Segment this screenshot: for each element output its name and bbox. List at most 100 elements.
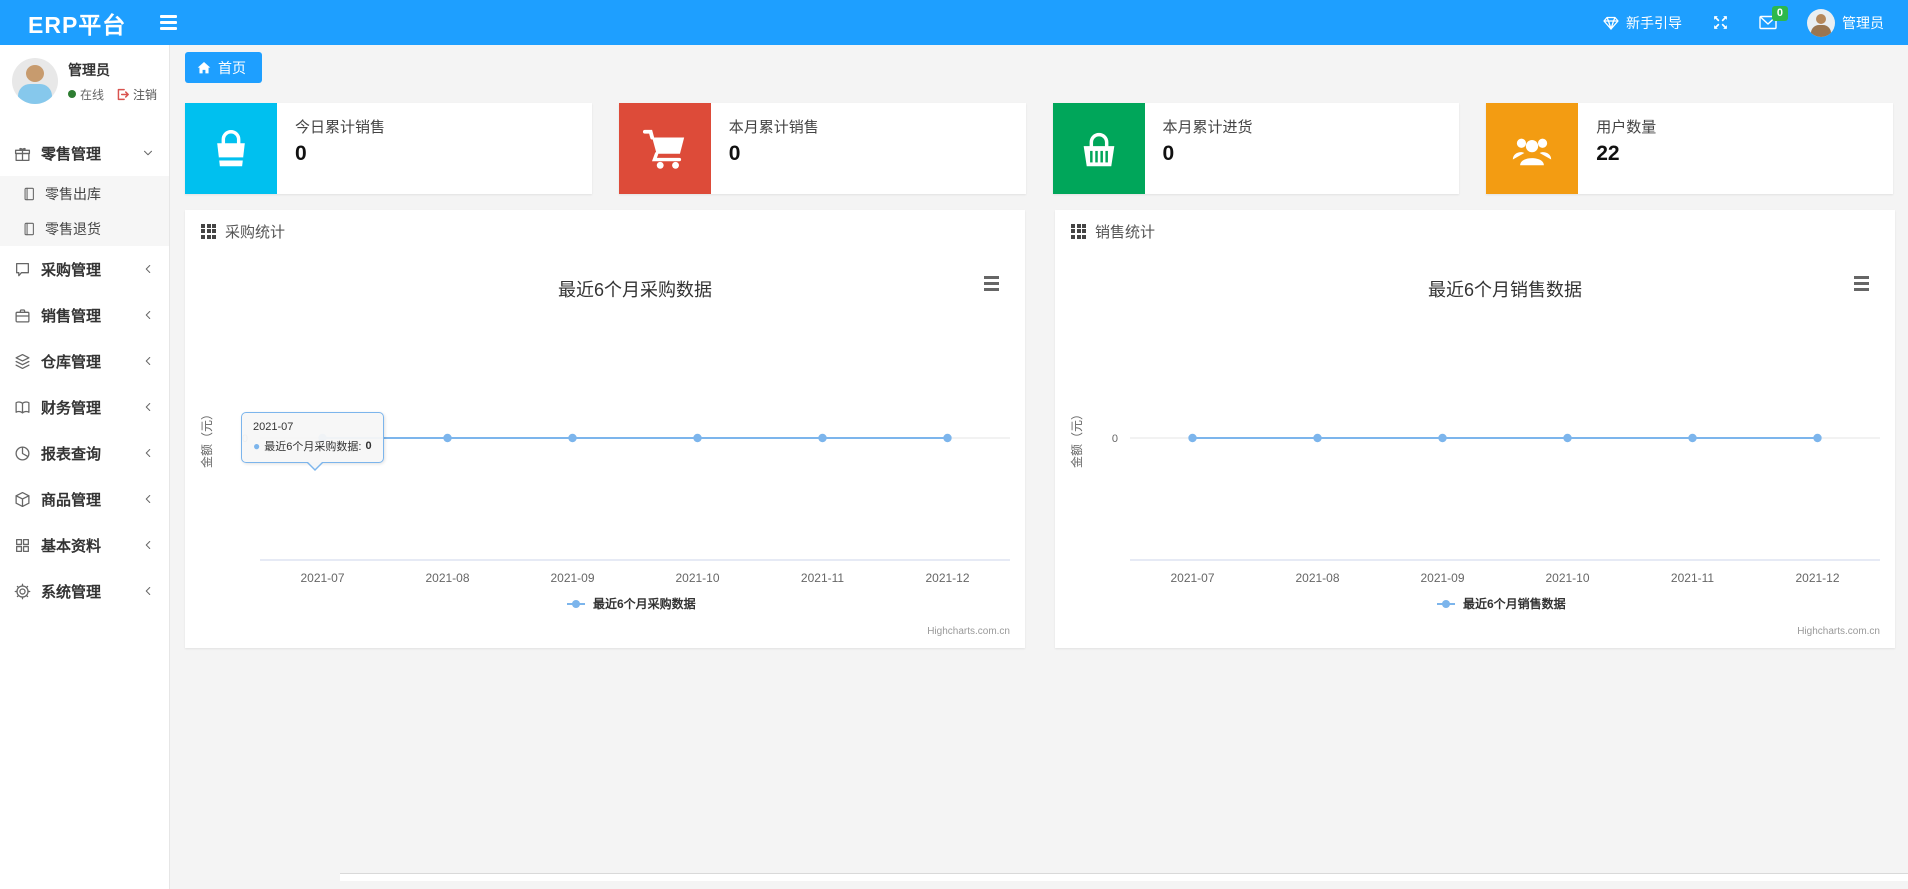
svg-text:最近6个月销售数据: 最近6个月销售数据 [1463, 596, 1566, 611]
svg-text:2021-11: 2021-11 [1671, 571, 1714, 585]
sidebar-item-system[interactable]: 系统管理 [0, 568, 169, 614]
basket-icon [1083, 132, 1114, 166]
sidebar-item-retail-return[interactable]: 零售退货 [0, 211, 169, 246]
user-menu[interactable]: 管理员 [1807, 8, 1884, 37]
svg-text:2021-07: 2021-07 [300, 571, 344, 585]
chevron-left-icon [141, 400, 155, 414]
chevron-left-icon [141, 538, 155, 552]
gear-icon [14, 583, 31, 600]
tooltip-series-dot: ● [253, 439, 261, 453]
chevron-left-icon [141, 446, 155, 460]
messages-count-badge: 0 [1771, 6, 1788, 21]
panel-title: 采购统计 [225, 223, 286, 241]
svg-text:最近6个月采购数据: 最近6个月采购数据 [558, 280, 712, 300]
sidebar-menu: 零售管理 零售出库 零售退货 采购管理 销售管理 仓库管理 财务管理 报表查询 … [0, 130, 169, 614]
svg-text:2021-11: 2021-11 [801, 571, 844, 585]
breadcrumb-home-tab[interactable]: 首页 [185, 52, 262, 83]
journal-icon [22, 187, 36, 201]
layers-icon [14, 353, 31, 370]
cart-icon [642, 129, 684, 169]
shopping-bag-icon [217, 129, 245, 166]
brand-logo: ERP平台 [28, 11, 127, 38]
online-status-dot [68, 90, 76, 98]
online-status-label: 在线 [80, 87, 105, 102]
sidebar-item-purchase[interactable]: 采购管理 [0, 246, 169, 292]
svg-text:2021-10: 2021-10 [1545, 571, 1589, 585]
sales-chart: 最近6个月销售数据 0 金额（元） 2021-07 2021-08 2021-09 2021… [1069, 280, 1880, 637]
sidebar-item-reports[interactable]: 报表查询 [0, 430, 169, 476]
chart-panels-row: 采购统计 最近6个月采购数据 0 金额（元） 2021-07 2021-08 2021-0… [185, 210, 1895, 648]
book-open-icon [14, 399, 31, 416]
stat-label: 用户数量 [1596, 119, 1657, 136]
stat-card-today-sales[interactable]: 今日累计销售 0 [185, 103, 592, 194]
chevron-left-icon [141, 492, 155, 506]
svg-text:2021-08: 2021-08 [425, 571, 469, 585]
newbie-guide-button[interactable]: 新手引导 [1603, 13, 1682, 33]
fullscreen-button[interactable] [1712, 14, 1729, 31]
stat-card-month-purchase[interactable]: 本月累计进货 0 [1052, 103, 1460, 194]
grid-icon [14, 537, 31, 554]
pie-chart-icon [14, 445, 31, 462]
retail-submenu: 零售出库 零售退货 [0, 176, 169, 246]
stat-value: 0 [295, 142, 307, 165]
svg-text:2021-07: 2021-07 [1170, 571, 1214, 585]
sidebar: 管理员 在线 注销 零售管理 零售出库 零售退货 采购管理 销售管理 仓库管理 … [0, 45, 170, 889]
messages-button[interactable]: 0 [1759, 6, 1788, 30]
stat-label: 今日累计销售 [295, 119, 386, 136]
chart-tooltip: 2021-07 ● 最近6个月采购数据: 0 [241, 412, 384, 471]
sidebar-item-goods[interactable]: 商品管理 [0, 476, 169, 522]
sidebar-toggle-icon[interactable] [160, 15, 178, 30]
stat-label: 本月累计销售 [728, 119, 819, 136]
fullscreen-icon [1714, 16, 1727, 29]
chevron-down-icon [141, 146, 155, 160]
stat-value: 22 [1596, 142, 1620, 165]
sidebar-item-retail[interactable]: 零售管理 [0, 130, 169, 176]
journal-icon [22, 222, 36, 236]
svg-text:2021-08: 2021-08 [1295, 571, 1339, 585]
chevron-left-icon [141, 308, 155, 322]
briefcase-icon [14, 307, 31, 324]
svg-text:2021-12: 2021-12 [1795, 571, 1839, 585]
svg-text:2021-09: 2021-09 [1420, 571, 1464, 585]
gem-icon [1603, 16, 1619, 30]
chevron-left-icon [141, 354, 155, 368]
stat-value: 0 [1162, 142, 1175, 165]
th-grid-icon [1071, 223, 1086, 239]
stat-card-month-sales[interactable]: 本月累计销售 0 [618, 103, 1026, 194]
chevron-left-icon [141, 584, 155, 598]
svg-text:2021-09: 2021-09 [550, 571, 594, 585]
sidebar-item-finance[interactable]: 财务管理 [0, 384, 169, 430]
newbie-guide-label: 新手引导 [1626, 14, 1682, 31]
stat-value: 0 [728, 142, 741, 165]
svg-text:0: 0 [1112, 433, 1118, 445]
sidebar-user-name: 管理员 [68, 61, 110, 78]
logout-button[interactable]: 注销 [116, 86, 157, 103]
th-grid-icon [201, 223, 216, 239]
stat-card-user-count[interactable]: 用户数量 22 [1486, 103, 1893, 194]
user-name-top: 管理员 [1842, 14, 1884, 31]
home-icon [197, 61, 211, 73]
svg-text:最近6个月销售数据: 最近6个月销售数据 [1428, 280, 1582, 300]
svg-text:2021-10: 2021-10 [675, 571, 719, 585]
tooltip-value: 0 [365, 440, 372, 452]
stat-cards-row: 今日累计销售 0 本月累计销售 0 本月累计进货 0 用户数量 22 [185, 103, 1893, 194]
logout-icon [117, 88, 129, 100]
chart-context-menu-button[interactable] [1850, 272, 1873, 295]
main-content: 首页 今日累计销售 0 本月累计销售 0 本月累计进货 0 用户数量 22 采购… [170, 45, 1908, 881]
chat-square-icon [14, 261, 31, 278]
tooltip-header: 2021-07 [253, 421, 294, 433]
avatar [12, 58, 58, 104]
sidebar-item-sales[interactable]: 销售管理 [0, 292, 169, 338]
sales-stats-panel: 销售统计 最近6个月销售数据 0 金额（元） 2021-07 2021-08 2021-0… [1055, 210, 1895, 648]
box-icon [14, 491, 31, 508]
sidebar-user-panel: 管理员 在线 注销 [0, 45, 169, 116]
stat-label: 本月累计进货 [1162, 119, 1253, 136]
sidebar-item-retail-outbound[interactable]: 零售出库 [0, 176, 169, 211]
sidebar-item-basic-data[interactable]: 基本资料 [0, 522, 169, 568]
svg-text:Highcharts.com.cn: Highcharts.com.cn [1797, 626, 1880, 637]
svg-text:最近6个月采购数据: 最近6个月采购数据 [593, 596, 696, 611]
chart-context-menu-button[interactable] [980, 272, 1003, 295]
sidebar-item-warehouse[interactable]: 仓库管理 [0, 338, 169, 384]
users-icon [1513, 138, 1552, 165]
svg-text:金额（元）: 金额（元） [199, 408, 214, 468]
